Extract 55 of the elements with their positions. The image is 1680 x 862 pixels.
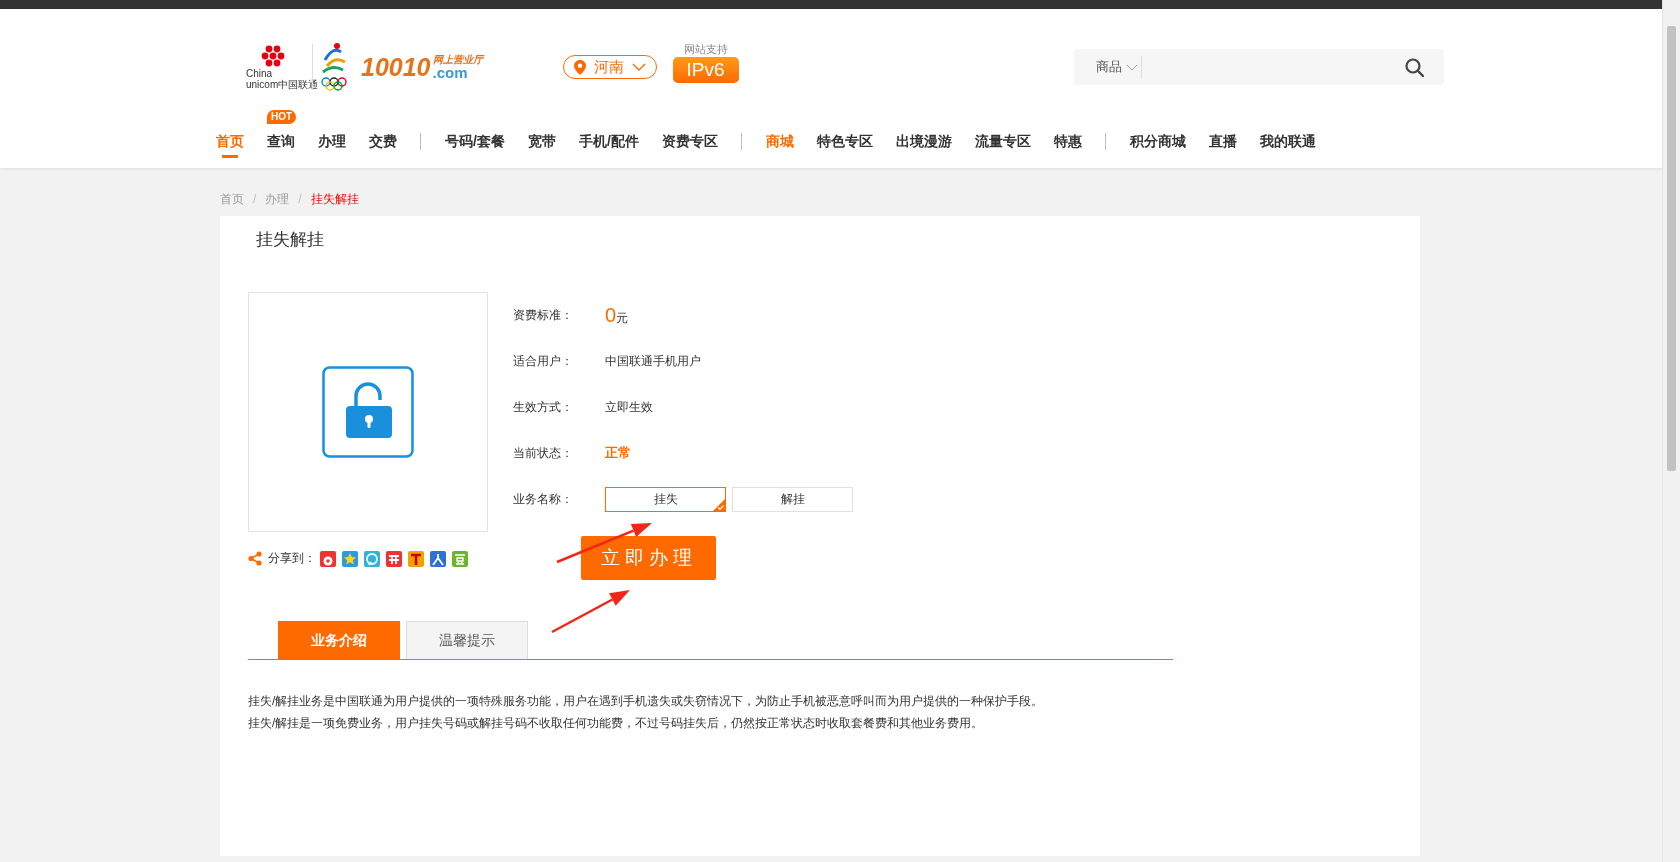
breadcrumb-link[interactable]: 挂失解挂 [310,190,359,208]
option-button[interactable]: 挂失 [605,486,726,512]
nav-link[interactable]: 交费 [369,128,397,158]
breadcrumb-separator: / [298,192,302,206]
nav-link[interactable]: 我的联通 [1259,128,1316,158]
option-button[interactable]: 解挂 [732,486,853,512]
field-label: 生效方式： [513,398,574,416]
games-emblem-icon [319,42,349,92]
chevron-down-icon [631,63,646,71]
nav-link[interactable]: 特惠 [1053,128,1082,158]
field-label: 当前状态： [513,444,574,462]
logo-domain: .com [432,65,469,80]
status-value: 正常 [605,444,631,462]
location-pin-icon [573,59,586,75]
logo-number: 10010 [361,54,431,80]
nav-link[interactable]: 办理 [318,128,346,158]
person-glyph-icon[interactable] [430,550,446,567]
field-label: 资费标准： [513,306,574,324]
share-icon [248,551,262,566]
nav-link[interactable]: 手机/配件 [578,128,639,158]
star-icon[interactable] [342,550,358,567]
field-label: 业务名称： [513,490,574,508]
search-category[interactable]: 商品 [1096,58,1122,76]
nav-link[interactable]: 查询 [267,128,295,158]
ipv6-caption: 网站支持 [683,41,728,57]
search-icon[interactable] [1405,57,1424,77]
nav-link[interactable]: 直播 [1208,128,1237,158]
field-value: 中国联通手机用户 [605,352,701,370]
chevron-down-icon [1126,63,1138,71]
knot-logo-icon [260,44,286,68]
field-value: 立即生效 [605,398,653,416]
bubble-icon[interactable] [364,550,380,567]
price-unit: 元 [616,310,629,325]
description-paragraph: 挂失/解挂业务是中国联通为用户提供的一项特殊服务功能，用户在遇到手机遗失或失窃情况下，为防止手机被恶意呼叫而为用户提供的一种保护手段。 [248,693,1045,710]
share-label: 分享到： [268,550,316,567]
nav-link[interactable]: 资费专区 [661,128,718,158]
search-field[interactable]: 商品 [1074,49,1444,85]
t-letter-icon[interactable] [408,550,424,567]
breadcrumb-separator: / [253,192,257,206]
description-paragraph: 挂失/解挂是一项免费业务，用户挂失号码或解挂号码不收取任何功能费，不过号码挂失后，仍然按正常状态时收取套餐费和其他业务费用。 [248,715,985,732]
brand-text: China [246,68,273,79]
ipv6-badge: IPv6 [672,56,739,83]
nav-link[interactable]: 出境漫游 [895,128,952,158]
check-corner-icon [713,498,725,511]
page-title: 挂失解挂 [255,229,325,251]
nav-link[interactable]: 特色专区 [816,128,873,158]
logo-tagline: 网上营业厅 [432,54,483,65]
bean-glyph-icon[interactable] [452,550,468,567]
unlocked-padlock-icon [322,366,414,458]
hot-badge: HOT [267,109,297,124]
nav-link[interactable]: 流量专区 [974,128,1031,158]
tab[interactable]: 温馨提示 [406,621,528,659]
price-value: 0 [605,303,617,326]
field-label: 适合用户： [513,352,574,370]
nav-link[interactable]: 宽带 [527,128,556,158]
